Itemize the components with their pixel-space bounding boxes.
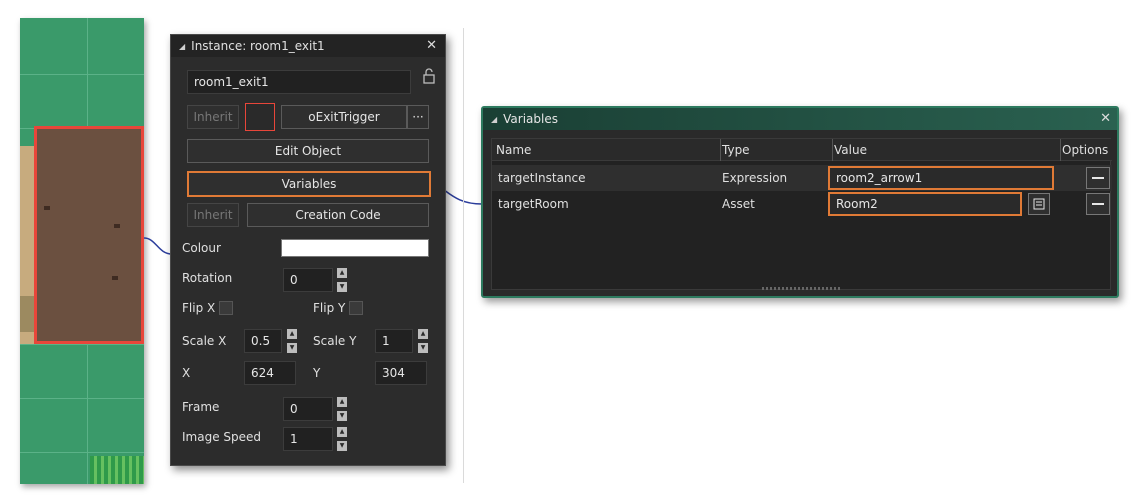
grid-line [20, 74, 144, 75]
variables-window-header[interactable]: ◢ Variables [483, 108, 1117, 130]
minus-icon [1092, 203, 1104, 205]
grid-line [20, 398, 144, 399]
minus-icon [1092, 177, 1104, 179]
asset-picker-button[interactable] [1028, 193, 1050, 215]
close-icon[interactable]: ✕ [426, 38, 437, 53]
scale-x-input[interactable]: 0.5 [244, 329, 282, 353]
arrow-down-icon[interactable]: ▼ [418, 343, 428, 353]
sprite-preview[interactable] [245, 103, 275, 131]
colour-swatch[interactable] [281, 239, 429, 257]
arrow-down-icon[interactable]: ▼ [287, 343, 297, 353]
table-row[interactable]: targetRoom Asset Room2 [492, 191, 1112, 217]
scale-x-stepper[interactable]: ▲ ▼ [287, 329, 297, 353]
asset-browser-icon [1033, 198, 1045, 210]
variable-value-input[interactable]: room2_arrow1 [828, 166, 1054, 190]
arrow-up-icon[interactable]: ▲ [418, 329, 428, 339]
arrow-down-icon[interactable]: ▼ [337, 282, 347, 292]
arrow-up-icon[interactable]: ▲ [337, 397, 347, 407]
colour-label: Colour [182, 241, 221, 255]
instance-name-field[interactable]: room1_exit1 [187, 70, 411, 94]
grid-line [20, 344, 144, 345]
frame-label: Frame [182, 400, 220, 414]
grid-line [20, 452, 144, 453]
variables-button[interactable]: Variables [187, 171, 431, 197]
table-row[interactable]: targetInstance Expression room2_arrow1 [492, 165, 1112, 191]
flip-x-label: Flip X [182, 301, 216, 315]
image-speed-input[interactable]: 1 [283, 427, 333, 451]
column-header-type[interactable]: Type [718, 139, 833, 161]
selection-box [34, 126, 144, 344]
arrow-down-icon[interactable]: ▼ [337, 441, 347, 451]
instance-panel-title: Instance: room1_exit1 [191, 39, 325, 53]
rotation-label: Rotation [182, 271, 233, 285]
frame-input[interactable]: 0 [283, 397, 333, 421]
collapse-triangle-icon[interactable]: ◢ [179, 42, 185, 51]
y-label: Y [313, 366, 321, 380]
variable-type: Expression [722, 171, 788, 185]
variable-value-input[interactable]: Room2 [828, 192, 1022, 216]
arrow-down-icon[interactable]: ▼ [337, 411, 347, 421]
sand-tile-dark [20, 296, 34, 332]
remove-variable-button[interactable] [1086, 167, 1110, 189]
variable-name: targetInstance [498, 171, 586, 185]
grass-tile [90, 456, 144, 484]
remove-variable-button[interactable] [1086, 193, 1110, 215]
scale-y-stepper[interactable]: ▲ ▼ [418, 329, 428, 353]
object-menu-button[interactable]: ··· [407, 105, 429, 129]
edit-object-button[interactable]: Edit Object [187, 139, 429, 163]
variable-name: targetRoom [498, 197, 569, 211]
close-icon[interactable]: ✕ [1100, 111, 1111, 126]
rotation-stepper[interactable]: ▲ ▼ [337, 268, 347, 292]
flip-y-label: Flip Y [313, 301, 346, 315]
variables-table: Name Type Value Options targetInstance E… [491, 138, 1112, 290]
variables-window-title: Variables [503, 112, 558, 126]
rotation-input[interactable]: 0 [283, 268, 333, 292]
image-speed-stepper[interactable]: ▲ ▼ [337, 427, 347, 451]
scale-y-input[interactable]: 1 [375, 329, 413, 353]
column-header-value[interactable]: Value [830, 139, 1061, 161]
scale-y-label: Scale Y [313, 334, 357, 348]
image-speed-label: Image Speed [182, 430, 262, 444]
creation-inherit-button[interactable]: Inherit [187, 203, 239, 227]
instance-panel-header[interactable]: ◢ Instance: room1_exit1 [171, 35, 445, 57]
collapse-triangle-icon[interactable]: ◢ [491, 115, 497, 124]
variable-type: Asset [722, 197, 755, 211]
frame-stepper[interactable]: ▲ ▼ [337, 397, 347, 421]
divider [463, 28, 464, 483]
inherit-button[interactable]: Inherit [187, 105, 239, 129]
arrow-up-icon[interactable]: ▲ [287, 329, 297, 339]
x-input[interactable]: 624 [244, 361, 296, 385]
variables-window: ◢ Variables ✕ Name Type Value Options ta… [481, 106, 1119, 298]
column-header-name[interactable]: Name [492, 139, 721, 161]
unlock-icon[interactable] [422, 67, 436, 85]
scale-x-label: Scale X [182, 334, 227, 348]
table-header: Name Type Value Options [492, 139, 1112, 161]
creation-code-button[interactable]: Creation Code [247, 203, 429, 227]
arrow-up-icon[interactable]: ▲ [337, 268, 347, 278]
arrow-up-icon[interactable]: ▲ [337, 427, 347, 437]
connector-room-to-instance [143, 237, 173, 255]
flip-x-checkbox[interactable] [219, 301, 233, 315]
resize-grip[interactable] [762, 287, 842, 290]
y-input[interactable]: 304 [375, 361, 427, 385]
room-canvas[interactable] [20, 18, 144, 484]
column-header-options[interactable]: Options [1058, 139, 1116, 161]
flip-y-checkbox[interactable] [349, 301, 363, 315]
instance-panel: ◢ Instance: room1_exit1 ✕ room1_exit1 In… [170, 34, 446, 466]
x-label: X [182, 366, 191, 380]
object-select-button[interactable]: oExitTrigger [281, 105, 407, 129]
